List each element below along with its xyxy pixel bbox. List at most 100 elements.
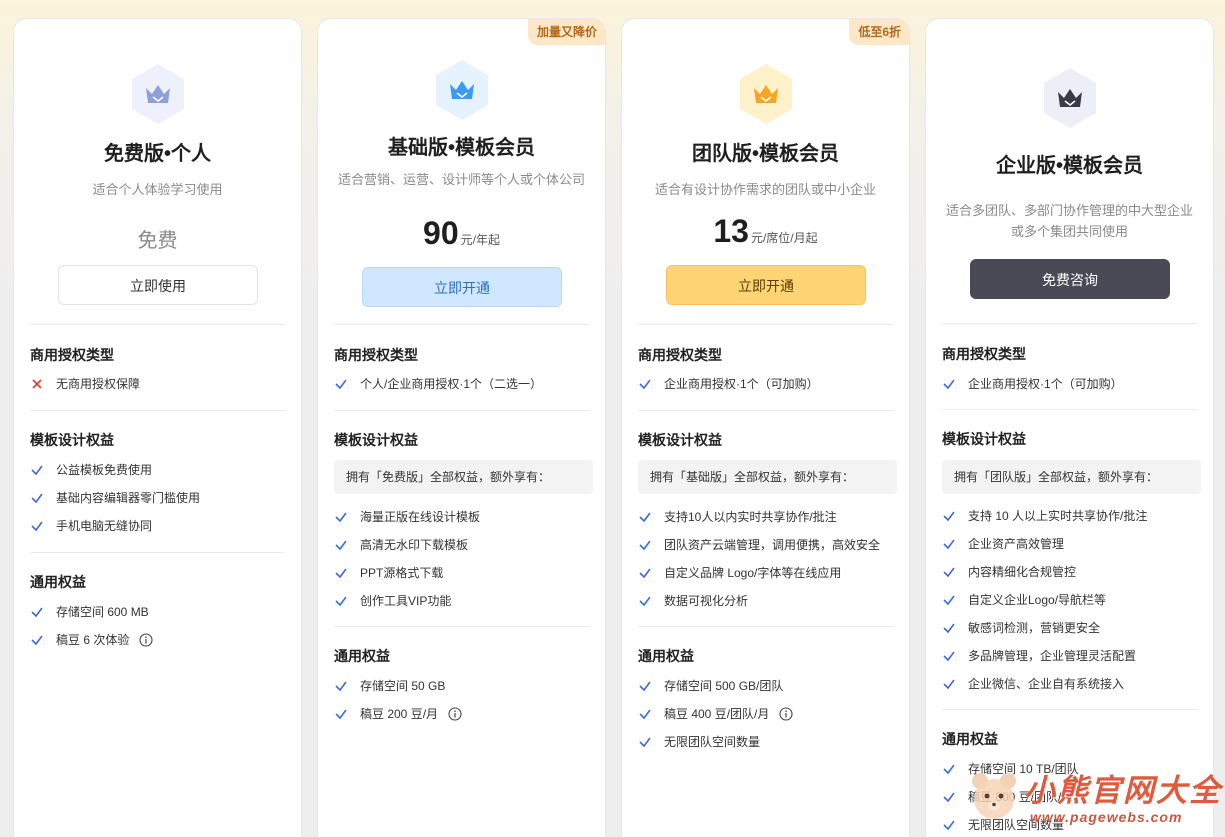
general-section-title: 通用权益 — [942, 731, 998, 747]
check-icon — [30, 491, 44, 505]
price-number: 13 — [713, 213, 749, 249]
divider — [30, 324, 285, 325]
subscribe-button[interactable]: 立即开通 — [666, 265, 866, 305]
subscribe-button[interactable]: 立即开通 — [362, 267, 562, 307]
plan-name: 团队版•模板会员 — [691, 143, 839, 165]
use-now-button[interactable]: 立即使用 — [58, 265, 258, 305]
check-icon — [638, 538, 652, 552]
general-item: 无限团队空间数量 — [638, 733, 899, 751]
check-icon — [30, 463, 44, 477]
divider — [30, 410, 285, 411]
divider — [638, 626, 893, 627]
plan-name: 免费版•个人 — [103, 143, 211, 165]
plan-card-basic: 加量又降价 基础版•模板会员 适合营销、运营、设计师等个人或个体公司 90 元/年… — [317, 18, 606, 837]
general-item: 稿豆 200 豆/月 — [334, 705, 595, 723]
divider — [942, 409, 1197, 410]
check-icon — [942, 677, 956, 691]
general-item: 存储空间 600 MB — [30, 603, 291, 621]
plan-name: 基础版•模板会员 — [387, 137, 535, 159]
template-item: 自定义企业Logo/导航栏等 — [942, 591, 1203, 609]
price-unit: 元/年起 — [460, 233, 500, 247]
general-section-title: 通用权益 — [334, 648, 390, 664]
check-icon — [942, 509, 956, 523]
template-item: 企业微信、企业自有系统接入 — [942, 675, 1203, 693]
crown-icon — [130, 63, 186, 125]
template-item: 创作工具VIP功能 — [334, 592, 595, 610]
check-icon — [638, 679, 652, 693]
promo-badge: 加量又降价 — [527, 19, 605, 45]
general-section-title: 通用权益 — [638, 648, 694, 664]
check-icon — [334, 679, 348, 693]
price-unit: 元/席位/月起 — [750, 231, 818, 245]
info-icon[interactable] — [779, 707, 793, 721]
general-item: 稿豆 400 豆/团队/月 — [638, 705, 899, 723]
template-item: 企业资产高效管理 — [942, 535, 1203, 553]
license-section-title: 商用授权类型 — [942, 346, 1026, 362]
template-item: 敏感词检测，营销更安全 — [942, 619, 1203, 637]
divider — [30, 552, 285, 553]
template-item: 自定义品牌 Logo/字体等在线应用 — [638, 564, 899, 582]
price-number: 90 — [423, 215, 459, 251]
divider — [334, 410, 589, 411]
plan-card-enterprise: 企业版•模板会员 适合多团队、多部门协作管理的中大型企业或多个集团共同使用 免费… — [925, 18, 1214, 837]
license-item: 企业商用授权·1个（可加购） — [942, 375, 1203, 393]
plan-desc: 适合营销、运营、设计师等个人或个体公司 — [337, 172, 585, 187]
template-item: 多品牌管理，企业管理灵活配置 — [942, 647, 1203, 665]
plan-price: 13 元/席位/月起 — [622, 213, 909, 250]
info-icon[interactable] — [139, 633, 153, 647]
general-item: 存储空间 50 GB — [334, 677, 595, 695]
license-section-title: 商用授权类型 — [30, 347, 114, 363]
plan-desc: 适合有设计协作需求的团队或中小企业 — [654, 182, 876, 197]
check-icon — [334, 594, 348, 608]
check-icon — [30, 605, 44, 619]
divider — [942, 709, 1197, 710]
template-item: 高清无水印下载模板 — [334, 536, 595, 554]
check-icon — [942, 818, 956, 832]
check-icon — [942, 565, 956, 579]
check-icon — [942, 593, 956, 607]
check-icon — [334, 538, 348, 552]
crown-icon — [738, 63, 794, 125]
divider — [638, 410, 893, 411]
inheritance-note: 拥有「基础版」全部权益，额外享有： — [638, 460, 897, 494]
template-item: 支持 10 人以上实时共享协作/批注 — [942, 507, 1203, 525]
license-item: 个人/企业商用授权·1个（二选一） — [334, 375, 595, 393]
template-item: 海量正版在线设计模板 — [334, 508, 595, 526]
plan-price: 90 元/年起 — [318, 215, 605, 252]
check-icon — [334, 707, 348, 721]
check-icon — [30, 633, 44, 647]
template-item: 公益模板免费使用 — [30, 461, 291, 479]
license-item: 无商用授权保障 — [30, 375, 291, 393]
check-icon — [942, 762, 956, 776]
check-icon — [942, 790, 956, 804]
template-section-title: 模板设计权益 — [334, 432, 418, 448]
template-item: 团队资产云端管理，调用便携，高效安全 — [638, 536, 899, 554]
general-item: 稿豆 6 次体验 — [30, 631, 291, 649]
check-icon — [334, 566, 348, 580]
license-section-title: 商用授权类型 — [638, 347, 722, 363]
template-item: 手机电脑无缝协同 — [30, 517, 291, 535]
general-section-title: 通用权益 — [30, 574, 86, 590]
template-item: 数据可视化分析 — [638, 592, 899, 610]
check-icon — [942, 377, 956, 391]
check-icon — [334, 510, 348, 524]
template-section-title: 模板设计权益 — [30, 432, 114, 448]
plan-name: 企业版•模板会员 — [995, 155, 1143, 177]
crown-icon — [434, 59, 490, 121]
check-icon — [638, 377, 652, 391]
check-icon — [638, 594, 652, 608]
general-item: 存储空间 10 TB/团队 — [942, 760, 1203, 778]
check-icon — [942, 621, 956, 635]
license-item: 企业商用授权·1个（可加购） — [638, 375, 899, 393]
info-icon[interactable] — [448, 707, 462, 721]
general-item: 稿豆 800 豆/团队/月 — [942, 788, 1203, 806]
check-icon — [638, 566, 652, 580]
plan-card-team: 低至6折 团队版•模板会员 适合有设计协作需求的团队或中小企业 13 元/席位/月… — [621, 18, 910, 837]
check-icon — [638, 707, 652, 721]
template-item: PPT源格式下载 — [334, 564, 595, 582]
license-section-title: 商用授权类型 — [334, 347, 418, 363]
free-consult-button[interactable]: 免费咨询 — [970, 259, 1170, 299]
template-item: 内容精细化合规管控 — [942, 563, 1203, 581]
divider — [334, 324, 589, 325]
inheritance-note: 拥有「团队版」全部权益，额外享有： — [942, 460, 1201, 494]
